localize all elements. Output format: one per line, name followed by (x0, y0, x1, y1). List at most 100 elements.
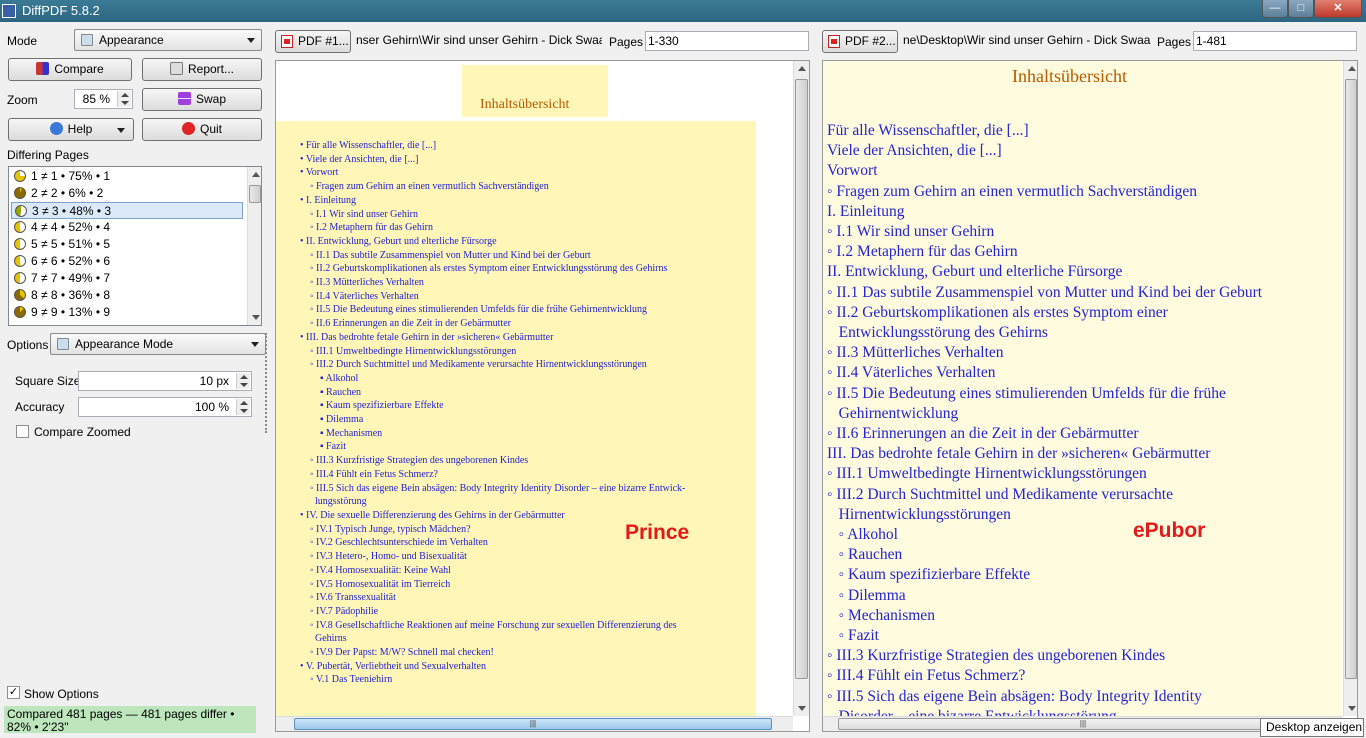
pdf2-vscrollbar[interactable] (1343, 61, 1357, 716)
toc-entry[interactable]: ▪ Rauchen (300, 386, 685, 400)
toc-entry[interactable]: ◦ I.2 Metaphern für das Gehirn (827, 242, 1262, 262)
toc-entry[interactable]: ◦ III.5 Sich das eigene Bein absägen: Bo… (300, 482, 685, 496)
close-button[interactable]: ✕ (1314, 0, 1362, 18)
toc-entry[interactable]: ◦ II.1 Das subtile Zusammenspiel von Mut… (827, 283, 1262, 303)
toc-entry[interactable]: ▪ Mechanismen (300, 427, 685, 441)
toc-entry[interactable]: ◦ II.2 Geburtskomplikationen als erstes … (300, 262, 685, 276)
toc-entry[interactable]: • Für alle Wissenschaftler, die [...] (300, 139, 685, 153)
toc-entry[interactable]: • V. Pubertät, Verliebtheit und Sexualve… (300, 660, 685, 674)
toc-entry[interactable]: ▪ Dilemma (300, 413, 685, 427)
toc-entry[interactable]: ◦ II.5 Die Bedeutung eines stimulierende… (300, 303, 685, 317)
scroll-thumb[interactable] (249, 185, 261, 203)
toc-entry[interactable]: ◦ IV.3 Hetero-, Homo- und Bisexualität (300, 550, 685, 564)
list-item[interactable]: 7 ≠ 7 • 49% • 7 (11, 270, 243, 287)
scroll-up-icon[interactable] (248, 167, 261, 182)
toc-entry[interactable]: ◦ III.4 Fühlt ein Fetus Schmerz? (827, 666, 1262, 686)
toc-entry[interactable]: lungsstörung (300, 495, 685, 509)
options-combo[interactable]: Appearance Mode (50, 333, 266, 355)
pdf1-view[interactable]: Inhaltsübersicht • Für alle Wissenschaft… (275, 60, 810, 732)
report-button[interactable]: Report... (142, 58, 262, 81)
scroll-thumb[interactable] (1345, 79, 1357, 679)
toc-entry[interactable]: ▪ Alkohol (300, 372, 685, 386)
differing-pages-list[interactable]: 1 ≠ 1 • 75% • 1 2 ≠ 2 • 6% • 2 3 ≠ 3 • 4… (8, 166, 262, 326)
spin-arrows-icon[interactable] (236, 373, 250, 389)
scroll-thumb[interactable]: ||| (838, 718, 1328, 730)
list-item[interactable]: 6 ≠ 6 • 52% • 6 (11, 253, 243, 270)
scroll-up-icon[interactable] (794, 61, 809, 76)
toc-entry[interactable]: III. Das bedrohte fetale Gehirn in der »… (827, 444, 1262, 464)
toc-entry[interactable]: ◦ II.6 Erinnerungen an die Zeit in der G… (300, 317, 685, 331)
help-button[interactable]: Help (8, 118, 134, 141)
list-item[interactable]: 1 ≠ 1 • 75% • 1 (11, 168, 243, 185)
toc-entry[interactable]: ◦ I.1 Wir sind unser Gehirn (827, 222, 1262, 242)
pdf2-view[interactable]: Inhaltsübersicht Für alle Wissenschaftle… (822, 60, 1358, 732)
toc-entry[interactable]: ◦ IV.4 Homosexualität: Keine Wahl (300, 564, 685, 578)
pdf2-pages-field[interactable]: 1-481 (1193, 31, 1357, 51)
quit-button[interactable]: Quit (142, 118, 262, 141)
swap-button[interactable]: Swap (142, 88, 262, 111)
zoom-spinbox[interactable]: 85 % (74, 89, 133, 109)
toc-entry[interactable]: • Vorwort (300, 166, 685, 180)
toc-entry[interactable]: ◦ III.2 Durch Suchtmittel und Medikament… (827, 485, 1262, 505)
pdf2-button[interactable]: PDF #2... (822, 30, 898, 53)
show-options-checkbox[interactable]: ✓ (7, 686, 20, 699)
toc-entry[interactable]: II. Entwicklung, Geburt und elterliche F… (827, 262, 1262, 282)
toc-entry[interactable]: Gehirnentwicklung (827, 404, 1262, 424)
toc-entry[interactable]: ◦ II.2 Geburtskomplikationen als erstes … (827, 303, 1262, 323)
scroll-down-icon[interactable] (1344, 701, 1357, 716)
square-size-spinbox[interactable]: 10 px (78, 371, 252, 391)
toc-entry[interactable]: • II. Entwicklung, Geburt und elterliche… (300, 235, 685, 249)
toc-entry[interactable]: ▪ Kaum spezifizierbare Effekte (300, 399, 685, 413)
mode-combo[interactable]: Appearance (74, 29, 262, 51)
maximize-button[interactable]: □ (1288, 0, 1314, 18)
toc-entry[interactable]: ▪ Fazit (300, 440, 685, 454)
toc-entry[interactable]: ◦ Fragen zum Gehirn an einen vermutlich … (300, 180, 685, 194)
scroll-thumb[interactable] (795, 79, 808, 679)
scroll-down-icon[interactable] (248, 310, 261, 325)
toc-entry[interactable]: ◦ IV.7 Pädophilie (300, 605, 685, 619)
toc-entry[interactable]: ◦ II.4 Väterliches Verhalten (827, 363, 1262, 383)
toc-entry[interactable]: ◦ Dilemma (827, 586, 1262, 606)
spin-arrows-icon[interactable] (236, 399, 250, 415)
toc-entry[interactable]: ◦ III.1 Umweltbedingte Hirnentwicklungss… (827, 464, 1262, 484)
toc-entry[interactable]: Entwicklungsstörung des Gehirns (827, 323, 1262, 343)
toc-entry[interactable]: • Viele der Ansichten, die [...] (300, 153, 685, 167)
toc-entry[interactable]: Für alle Wissenschaftler, die [...] (827, 121, 1262, 141)
pdf1-path-field[interactable]: nser Gehirn\Wir sind unser Gehirn - Dick… (354, 31, 602, 51)
toc-entry[interactable]: ◦ III.4 Fühlt ein Fetus Schmerz? (300, 468, 685, 482)
pdf1-pages-field[interactable]: 1-330 (645, 31, 809, 51)
toc-entry[interactable]: ◦ Kaum spezifizierbare Effekte (827, 565, 1262, 585)
toc-entry[interactable]: ◦ IV.5 Homosexualität im Tierreich (300, 578, 685, 592)
pdf2-path-field[interactable]: ne\Desktop\Wir sind unser Gehirn - Dick … (901, 31, 1151, 51)
toc-entry[interactable]: ◦ III.1 Umweltbedingte Hirnentwicklungss… (300, 345, 685, 359)
pdf1-hscrollbar[interactable]: ||| (276, 716, 793, 731)
toc-entry[interactable]: ◦ IV.6 Transsexualität (300, 591, 685, 605)
list-item[interactable]: 4 ≠ 4 • 52% • 4 (11, 219, 243, 236)
compare-button[interactable]: Compare (8, 58, 132, 81)
toc-entry[interactable]: ◦ I.2 Metaphern für das Gehirn (300, 221, 685, 235)
toc-entry[interactable]: ◦ Mechanismen (827, 606, 1262, 626)
accuracy-spinbox[interactable]: 100 % (78, 397, 252, 417)
panel-splitter-handle[interactable] (265, 333, 269, 433)
list-item[interactable]: 9 ≠ 9 • 13% • 9 (11, 304, 243, 321)
toc-entry[interactable]: I. Einleitung (827, 202, 1262, 222)
compare-zoomed-checkbox[interactable] (16, 425, 29, 438)
list-item[interactable]: 2 ≠ 2 • 6% • 2 (11, 185, 243, 202)
spin-arrows-icon[interactable] (117, 91, 131, 107)
toc-entry[interactable]: ◦ Fragen zum Gehirn an einen vermutlich … (827, 182, 1262, 202)
minimize-button[interactable]: — (1262, 0, 1288, 18)
list-scrollbar[interactable] (247, 167, 261, 325)
scroll-up-icon[interactable] (1344, 61, 1357, 76)
toc-entry[interactable]: ◦ II.3 Mütterliches Verhalten (827, 343, 1262, 363)
toc-entry[interactable]: ◦ Fazit (827, 626, 1262, 646)
list-item[interactable]: 3 ≠ 3 • 48% • 3 (11, 202, 243, 219)
toc-entry[interactable]: ◦ IV.8 Gesellschaftliche Reaktionen auf … (300, 619, 685, 633)
toc-entry[interactable]: ◦ II.4 Väterliches Verhalten (300, 290, 685, 304)
list-item[interactable]: 8 ≠ 8 • 36% • 8 (11, 287, 243, 304)
pdf1-button[interactable]: PDF #1... (275, 30, 351, 53)
pdf1-vscrollbar[interactable] (793, 61, 809, 716)
toc-entry[interactable]: Vorwort (827, 161, 1262, 181)
scroll-down-icon[interactable] (794, 701, 809, 716)
toc-entry[interactable]: ◦ III.3 Kurzfristige Strategien des unge… (827, 646, 1262, 666)
toc-entry[interactable]: ◦ Rauchen (827, 545, 1262, 565)
